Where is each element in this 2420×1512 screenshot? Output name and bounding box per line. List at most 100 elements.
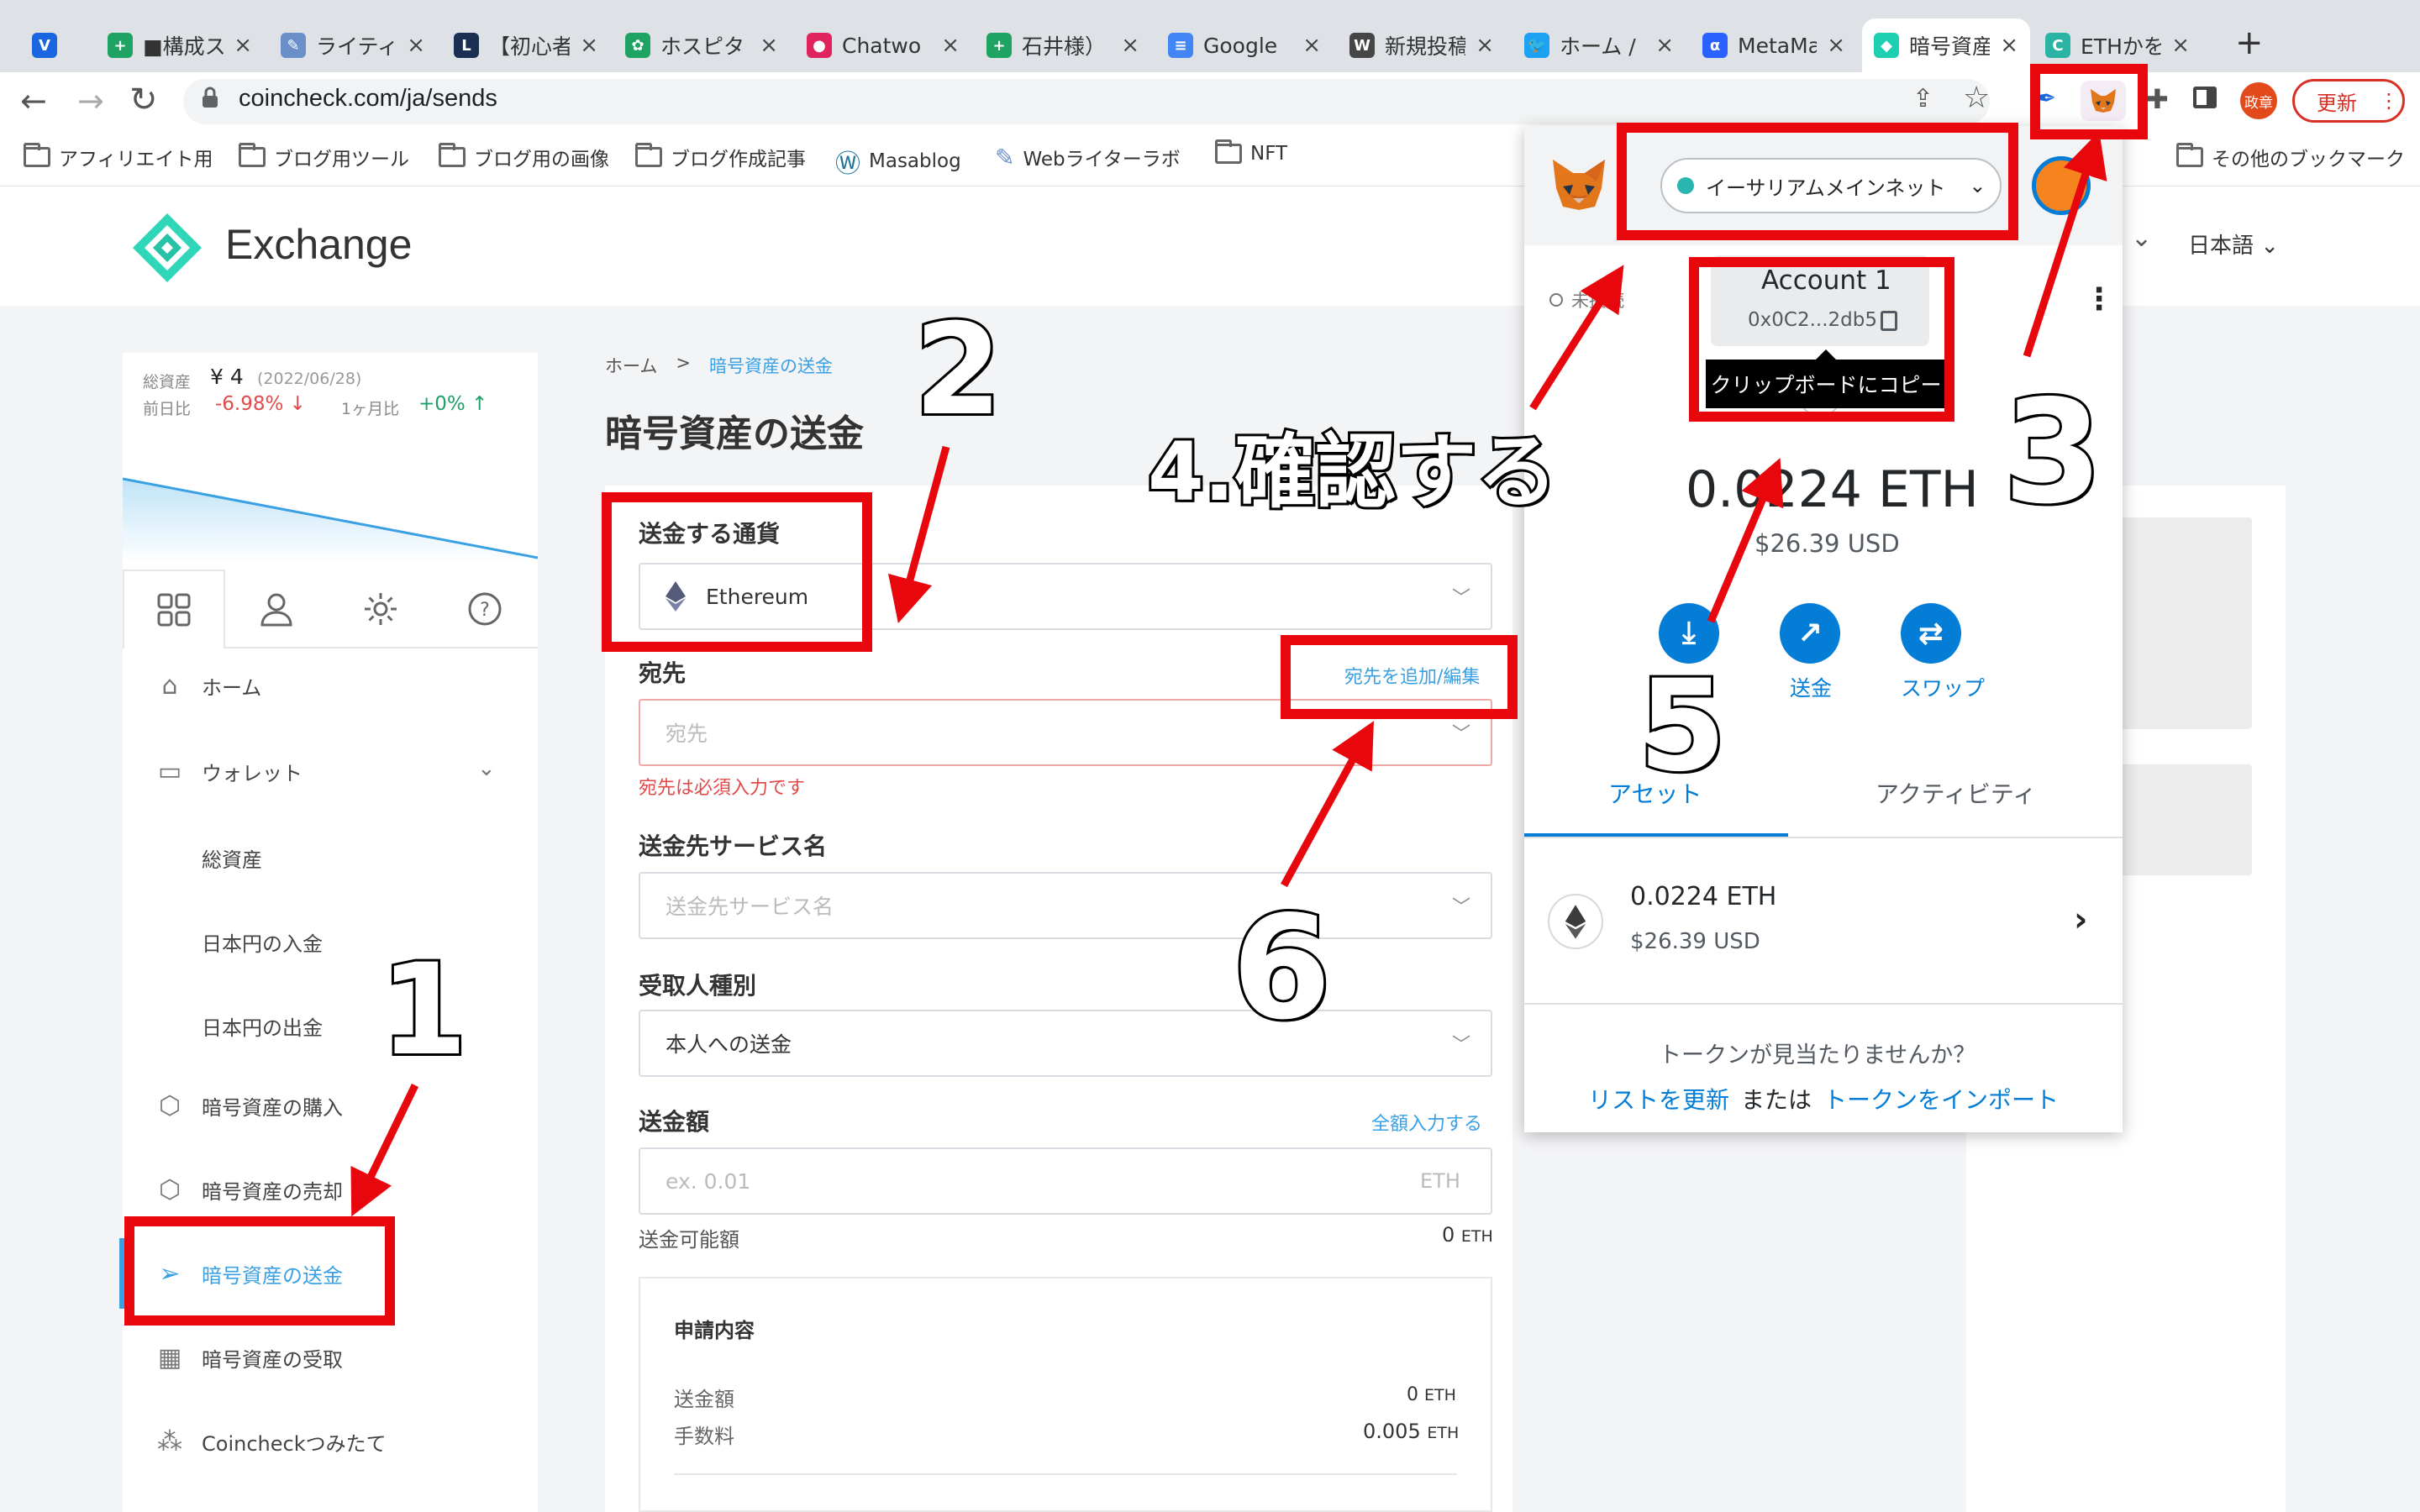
close-tab-icon[interactable]: × <box>2171 33 2190 58</box>
swap-label[interactable]: スワップ <box>1901 672 1985 702</box>
bookmark-item[interactable]: ブログ用ツール <box>239 143 409 171</box>
tab-title: 新規投稿 <box>1385 34 1466 59</box>
coincheck-logo-icon[interactable] <box>131 212 203 284</box>
summary-title: 申請内容 <box>674 1319 755 1342</box>
nav-jpy-withdraw[interactable]: 日本円の出金 <box>202 1011 323 1041</box>
close-tab-icon[interactable]: × <box>941 33 960 58</box>
tab-settings[interactable] <box>329 570 432 648</box>
bookmark-label: Masablog <box>869 150 961 172</box>
other-bookmarks[interactable]: その他のブックマーク <box>2176 143 2405 171</box>
browser-tab[interactable]: V <box>20 18 79 72</box>
close-tab-icon[interactable]: × <box>1827 33 1845 58</box>
new-tab-button[interactable]: + <box>2235 24 2264 62</box>
account-avatar[interactable] <box>2032 156 2091 215</box>
browser-tab[interactable]: L 【初心者 × <box>442 18 610 72</box>
nav-jpy-deposit[interactable]: 日本円の入金 <box>202 927 323 957</box>
bookmark-item[interactable]: ブログ作成記事 <box>635 143 806 171</box>
tab-title: 【初心者 <box>489 34 571 59</box>
chevron-down-icon[interactable]: ⌄ <box>477 756 496 781</box>
annotation-box-1 <box>124 1216 395 1326</box>
menu-kebab-icon[interactable]: ⋮ <box>2379 89 2399 113</box>
update-button[interactable]: 更新 ⋮ <box>2292 79 2405 123</box>
token-amount[interactable]: 0.0224 ETH <box>1630 882 1776 911</box>
profile-avatar[interactable]: 政章 <box>2240 82 2277 119</box>
side-panel-icon[interactable] <box>2193 87 2217 108</box>
connection-status[interactable]: 未接続 <box>1549 287 1624 312</box>
bookmark-item[interactable]: ブログ用の画像 <box>439 143 609 171</box>
share-icon[interactable]: ⇪ <box>1912 84 1933 113</box>
nav-total-assets[interactable]: 総資産 <box>202 843 262 873</box>
tab-activity[interactable]: アクティビティ <box>1876 776 2036 810</box>
browser-tab[interactable]: ✿ ホスピタ × <box>613 18 790 72</box>
chevron-right-icon[interactable]: › <box>2074 900 2087 939</box>
refresh-list-link[interactable]: リストを更新 <box>1588 1082 1729 1116</box>
bookmark-star-icon[interactable]: ☆ <box>1963 81 1990 115</box>
back-icon[interactable]: ← <box>20 82 47 119</box>
language-select[interactable]: 日本語 ⌄ <box>2188 228 2279 260</box>
chevron-down-icon: ⌄ <box>2260 234 2280 259</box>
bookmark-item[interactable]: Ⓦ Masablog <box>835 143 961 180</box>
extensions-puzzle-icon[interactable]: ✚ <box>2146 83 2169 115</box>
nav-wallet[interactable]: ▭ ウォレット <box>155 756 302 786</box>
close-tab-icon[interactable]: × <box>1302 33 1321 58</box>
browser-tab[interactable]: ≡ Google × <box>1156 18 1333 72</box>
browser-tab[interactable]: 🐦 ホーム / × <box>1512 18 1686 72</box>
folder-icon <box>635 143 662 167</box>
service-select[interactable]: 送金先サービス名 ﹀ <box>639 872 1492 939</box>
bookmark-item[interactable]: ✎ Webライターラボ <box>995 143 1181 171</box>
close-tab-icon[interactable]: × <box>1476 33 1494 58</box>
browser-tab[interactable]: W 新規投稿 × <box>1338 18 1506 72</box>
close-tab-icon[interactable]: × <box>580 33 598 58</box>
browser-tab[interactable]: + ■構成ス × <box>96 18 264 72</box>
bookmark-item[interactable]: NFT <box>1215 139 1287 165</box>
browser-tab[interactable]: ✎ ライティ × <box>269 18 437 72</box>
amount-input[interactable]: ex. 0.01 <box>639 1147 1492 1215</box>
close-tab-icon[interactable]: × <box>234 33 252 58</box>
total-assets-date: (2022/06/28) <box>257 370 362 388</box>
amount-placeholder: ex. 0.01 <box>666 1168 751 1194</box>
browser-tab[interactable]: + 石井様） × <box>975 18 1151 72</box>
nav-sell[interactable]: ⬡ 暗号資産の売却 <box>155 1174 343 1205</box>
reload-icon[interactable]: ↻ <box>129 81 158 119</box>
breadcrumb-current: 暗号資産の送金 <box>708 356 833 376</box>
browser-tab[interactable]: ◆ 暗号資産 × <box>1862 18 2030 72</box>
tab-help[interactable]: ? <box>434 570 536 648</box>
bookmark-item[interactable]: アフィリエイト用 <box>24 143 213 171</box>
nav-tsumitate[interactable]: ⁂ Coincheckつみたて <box>155 1426 387 1457</box>
send-label[interactable]: 送金 <box>1790 672 1832 702</box>
nav-home[interactable]: ⌂ ホーム <box>155 670 261 701</box>
browser-tab[interactable]: ● Chatwo × <box>795 18 971 72</box>
fill-all-link[interactable]: 全額入力する <box>1371 1109 1482 1136</box>
total-assets-value: ¥ 4 <box>210 365 244 389</box>
account-options-icon[interactable]: ⋮ <box>2084 282 2114 317</box>
close-tab-icon[interactable]: × <box>407 33 425 58</box>
nav-receive[interactable]: ▦ 暗号資産の受取 <box>155 1342 343 1373</box>
tab-account[interactable] <box>225 570 328 648</box>
available-value: 0 ETH <box>1442 1223 1493 1247</box>
nav-buy[interactable]: ⬡ 暗号資産の購入 <box>155 1090 343 1121</box>
tab-favicon-icon: W <box>1349 33 1375 58</box>
tab-favicon-icon: C <box>2045 33 2070 58</box>
tab-dashboard[interactable] <box>123 570 225 648</box>
forward-icon[interactable]: → <box>77 82 104 119</box>
svg-text:?: ? <box>480 600 490 621</box>
recipient-type-select[interactable]: 本人への送金 ﹀ <box>639 1010 1492 1077</box>
wallet-icon: ▭ <box>157 756 182 786</box>
swap-button[interactable]: ⇄ <box>1901 603 1961 664</box>
chevron-down-icon[interactable]: ⌄ <box>2131 223 2152 253</box>
annotation-number-5: 5 <box>1636 651 1728 802</box>
import-tokens-link[interactable]: トークンをインポート <box>1823 1082 2059 1116</box>
browser-tab[interactable]: α MetaMa × <box>1691 18 1857 72</box>
amount-label: 送金額 <box>639 1108 710 1136</box>
logo-text[interactable]: Exchange <box>225 220 412 269</box>
close-tab-icon[interactable]: × <box>2000 33 2018 58</box>
user-icon <box>260 593 292 627</box>
send-button[interactable]: ↗ <box>1780 603 1840 664</box>
breadcrumb-home[interactable]: ホーム <box>605 353 657 378</box>
summary-amount-unit: ETH <box>1424 1386 1456 1404</box>
url-text[interactable]: coincheck.com/ja/sends <box>239 85 497 113</box>
language-label: 日本語 <box>2188 234 2254 259</box>
close-tab-icon[interactable]: × <box>1121 33 1139 58</box>
close-tab-icon[interactable]: × <box>1655 33 1674 58</box>
close-tab-icon[interactable]: × <box>760 33 778 58</box>
